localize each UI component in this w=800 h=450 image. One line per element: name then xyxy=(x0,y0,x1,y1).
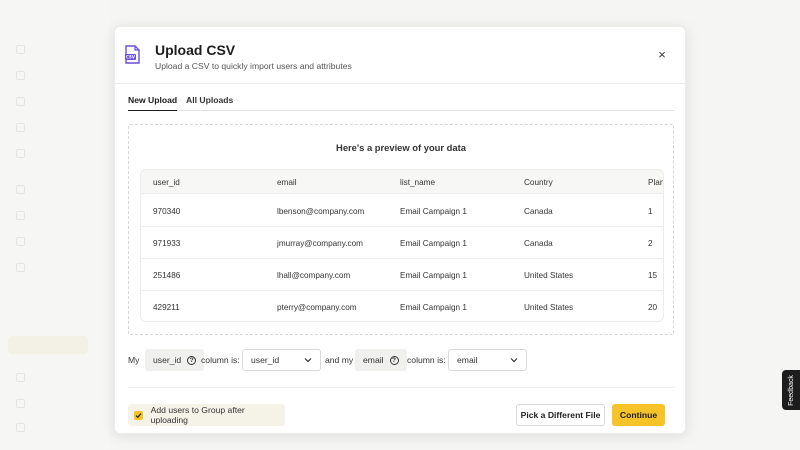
table-header: user_id email list_name Country Plan xyxy=(141,170,663,194)
table-cell: lbenson@company.com xyxy=(277,207,365,216)
upload-tabs: New Upload All Uploads xyxy=(128,95,674,111)
email-chip: email ? xyxy=(355,349,407,371)
table-cell: 429211 xyxy=(153,303,180,312)
user-id-chip-label: user_id xyxy=(153,355,182,365)
table-cell: Email Campaign 1 xyxy=(400,239,467,248)
table-cell: lhall@company.com xyxy=(277,271,351,280)
table-row: 251486 lhall@company.com Email Campaign … xyxy=(141,259,663,291)
mapping-label-column-is: column is: xyxy=(407,355,446,365)
table-cell: Email Campaign 1 xyxy=(400,303,467,312)
column-mapping-row: My user_id ? column is: user_id and my e… xyxy=(128,349,674,371)
modal-title: Upload CSV xyxy=(155,42,236,58)
preview-table[interactable]: user_id email list_name Country Plan 970… xyxy=(140,169,664,322)
user-id-column-select[interactable]: user_id xyxy=(242,349,321,371)
tab-all-uploads[interactable]: All Uploads xyxy=(186,95,233,111)
feedback-tab[interactable]: Feedback xyxy=(782,370,800,410)
email-chip-label: email xyxy=(363,355,384,365)
table-cell: Canada xyxy=(524,207,553,216)
table-row: 970340 lbenson@company.com Email Campaig… xyxy=(141,195,663,227)
table-row: 429211 pterry@company.com Email Campaign… xyxy=(141,291,663,321)
svg-text:CSV: CSV xyxy=(126,55,136,60)
footer-divider xyxy=(128,387,674,388)
csv-file-icon: CSV xyxy=(125,45,140,64)
table-cell: pterry@company.com xyxy=(277,303,357,312)
email-select-value: email xyxy=(457,355,478,365)
checkbox[interactable] xyxy=(134,410,143,420)
table-cell: jmurray@company.com xyxy=(277,239,363,248)
continue-button[interactable]: Continue xyxy=(612,404,665,426)
table-row: 971933 jmurray@company.com Email Campaig… xyxy=(141,227,663,259)
close-icon[interactable]: × xyxy=(655,48,669,62)
add-to-group-checkbox-row[interactable]: Add users to Group after uploading xyxy=(128,404,285,426)
pick-different-file-button[interactable]: Pick a Different File xyxy=(516,404,605,426)
mapping-label-my: My xyxy=(128,355,140,365)
tab-new-upload[interactable]: New Upload xyxy=(128,95,178,111)
table-cell: 970340 xyxy=(153,207,181,216)
column-header: user_id xyxy=(153,178,180,187)
table-cell: 15 xyxy=(648,271,658,280)
table-cell: Email Campaign 1 xyxy=(400,271,467,280)
table-cell: 20 xyxy=(648,303,658,312)
checkbox-label: Add users to Group after uploading xyxy=(150,405,245,425)
column-header: Country xyxy=(524,178,553,187)
column-header: Plan xyxy=(648,178,664,187)
feedback-label: Feedback xyxy=(787,374,795,406)
chevron-down-icon xyxy=(304,358,312,363)
table-cell: 971933 xyxy=(153,239,181,248)
table-cell: 2 xyxy=(648,239,653,248)
column-header: email xyxy=(277,178,297,187)
preview-container: Here's a preview of your data user_id em… xyxy=(128,124,674,335)
chevron-down-icon xyxy=(510,358,518,363)
mapping-label-column-is: column is: xyxy=(201,355,240,365)
table-cell: Email Campaign 1 xyxy=(400,207,467,216)
table-cell: United States xyxy=(524,303,574,312)
column-header: list_name xyxy=(400,178,436,187)
mapping-label-and-my: and my xyxy=(325,355,354,365)
table-cell: 1 xyxy=(648,207,653,216)
help-icon[interactable]: ? xyxy=(389,355,399,365)
email-column-select[interactable]: email xyxy=(448,349,527,371)
user-id-chip: user_id ? xyxy=(145,349,205,371)
check-icon xyxy=(135,412,142,418)
modal-subtitle: Upload a CSV to quickly import users and… xyxy=(155,61,352,71)
table-cell: 251486 xyxy=(153,271,181,280)
table-cell: Canada xyxy=(524,239,553,248)
user-id-select-value: user_id xyxy=(251,355,280,365)
preview-title: Here's a preview of your data xyxy=(336,142,466,153)
help-icon[interactable]: ? xyxy=(187,355,197,365)
table-cell: United States xyxy=(524,271,574,280)
upload-csv-modal: CSV Upload CSV Upload a CSV to quickly i… xyxy=(114,26,686,434)
modal-header: CSV Upload CSV Upload a CSV to quickly i… xyxy=(115,27,685,84)
